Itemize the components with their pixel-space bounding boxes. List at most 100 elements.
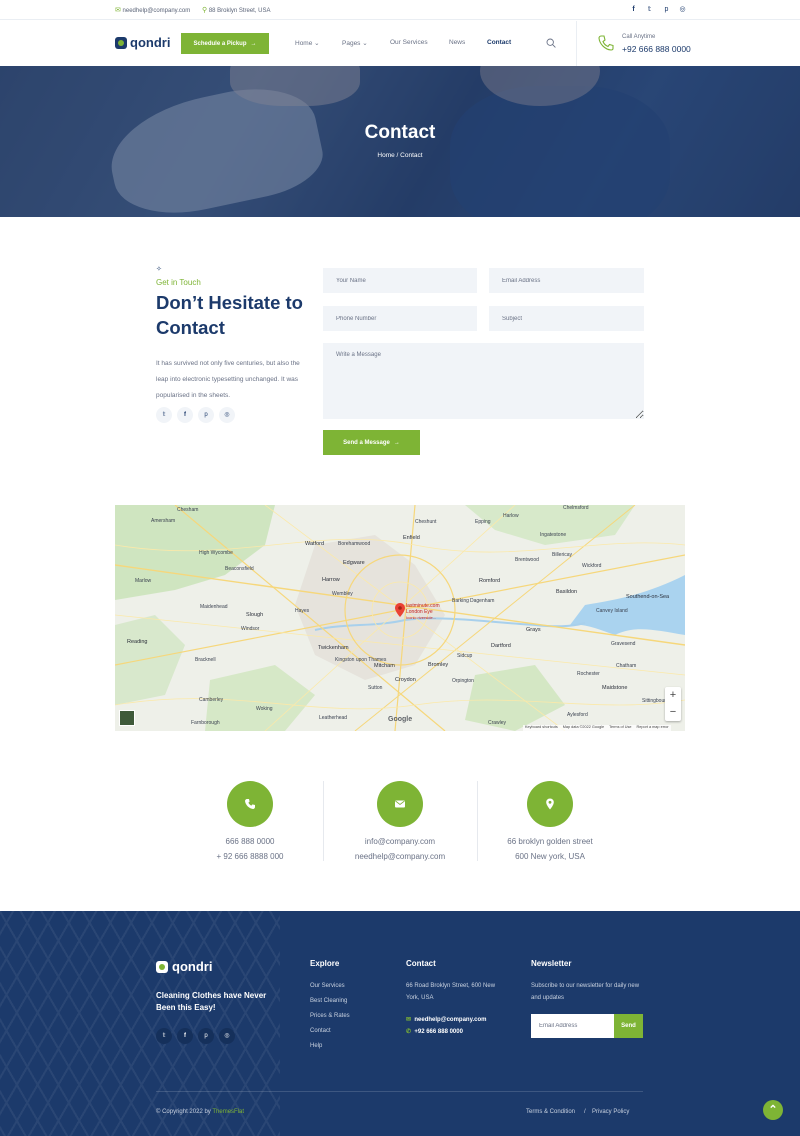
footer-phone[interactable]: ✆ +92 666 888 0000: [406, 1028, 463, 1035]
instagram-icon[interactable]: ◎: [678, 5, 687, 14]
facebook-icon[interactable]: f: [177, 407, 193, 423]
footer-newsletter-text: Subscribe to our newsletter for daily ne…: [531, 983, 640, 1001]
map-layer-toggle[interactable]: [119, 710, 135, 726]
chevron-up-icon: ⌃: [768, 1104, 778, 1116]
page-hero: Contact Home / Contact: [0, 66, 800, 217]
footer-link-prices[interactable]: Prices & Rates: [310, 1013, 350, 1019]
facebook-icon[interactable]: f: [629, 5, 638, 14]
map-place-label: Romford: [479, 578, 501, 584]
send-message-button[interactable]: Send a Message →: [323, 430, 420, 455]
chevron-down-icon: ⌄: [362, 40, 368, 47]
google-logo: Google: [388, 716, 413, 723]
email-field[interactable]: [489, 268, 644, 293]
breadcrumb[interactable]: Home / Contact: [0, 152, 800, 159]
subject-field[interactable]: [489, 306, 644, 331]
footer-email[interactable]: ✉ needhelp@company.com: [406, 1016, 486, 1023]
map-place-label: Windsor: [241, 626, 260, 632]
map-pin-label-line: Iconic riverside...: [406, 615, 437, 620]
copyright-brand-link[interactable]: ThemesFlat: [212, 1109, 244, 1115]
logo-text[interactable]: qondri: [130, 35, 170, 50]
location-circle: [527, 781, 573, 827]
map-pin-icon[interactable]: [395, 603, 405, 617]
map-place-label: Croydon: [395, 677, 416, 683]
topbar-address-text: 88 Broklyn Street, USA: [208, 8, 271, 14]
terms-link[interactable]: Terms & Condition: [526, 1109, 575, 1115]
topbar-email[interactable]: ✉ needhelp@company.com: [115, 6, 190, 14]
phone-field[interactable]: [323, 306, 477, 331]
map-place-label: Cheshunt: [415, 519, 437, 525]
twitter-icon[interactable]: 𝕥: [645, 5, 654, 14]
map-place-label: Sidcup: [457, 653, 473, 659]
instagram-icon[interactable]: ◎: [219, 1028, 235, 1044]
report-map-error-link[interactable]: Report a map error: [637, 725, 669, 731]
map-place-label: Camberley: [199, 697, 224, 703]
footer-link-contact[interactable]: Contact: [310, 1028, 331, 1034]
footer-logo-text[interactable]: qondri: [172, 959, 212, 974]
nav-news[interactable]: News: [449, 39, 465, 46]
footer-tagline: Cleaning Clothes have Never Been this Ea…: [156, 991, 267, 1012]
map-place-label: Barking: [452, 598, 469, 604]
footer-email-text: needhelp@company.com: [414, 1017, 487, 1023]
map-place-label: Aylesford: [567, 712, 588, 718]
newsletter-email-input[interactable]: [531, 1014, 614, 1038]
embedded-map[interactable]: Chesham Amersham Watford Borehamwood Enf…: [115, 505, 685, 731]
call-number[interactable]: +92 666 888 0000: [622, 44, 691, 54]
section-heading: Don’t Hesitate to Contact: [156, 292, 303, 338]
map-place-label: Farnborough: [191, 720, 220, 726]
map-data-text: Map data ©2022 Google: [562, 725, 605, 729]
nav-pages[interactable]: Pages ⌄: [342, 39, 368, 47]
nav-contact[interactable]: Contact: [487, 39, 511, 46]
map-place-label: Chesham: [177, 507, 199, 513]
newsletter-send-button[interactable]: Send: [614, 1014, 643, 1038]
map-zoom-controls: + −: [665, 687, 681, 721]
map-place-label: Reading: [127, 639, 148, 645]
map-pin-label[interactable]: lastminute.com London Eye Iconic riversi…: [406, 603, 440, 621]
map-place-label: Orpington: [452, 678, 474, 684]
footer-logo-icon[interactable]: [156, 961, 168, 973]
search-icon[interactable]: [546, 38, 556, 48]
map-place-label: Canvey Island: [596, 608, 628, 614]
map-place-label: Brentwood: [515, 557, 539, 563]
map-place-label: Edgware: [343, 560, 365, 566]
map-place-label: Dagenham: [470, 598, 495, 604]
main-header: qondri Schedule a Pickup → Home ⌄ Pages …: [0, 21, 800, 66]
twitter-icon[interactable]: 𝕥: [156, 407, 172, 423]
pinterest-icon[interactable]: p: [198, 407, 214, 423]
map-place-label: Billericay: [552, 552, 573, 558]
map-place-label: Sutton: [368, 685, 383, 691]
instagram-icon[interactable]: ◎: [219, 407, 235, 423]
scroll-to-top-button[interactable]: ⌃: [763, 1100, 783, 1120]
arrow-right-icon: →: [250, 40, 257, 47]
map-place-label: Woking: [256, 706, 273, 712]
pinterest-icon[interactable]: p: [662, 5, 671, 14]
nav-our-services[interactable]: Our Services: [390, 39, 428, 46]
phone-icon: [598, 35, 614, 51]
topbar-address: ⚲ 88 Broklyn Street, USA: [202, 6, 271, 14]
info-divider: [477, 781, 478, 861]
footer-contact-heading: Contact: [406, 959, 436, 968]
zoom-in-button[interactable]: +: [665, 687, 681, 704]
schedule-pickup-button[interactable]: Schedule a Pickup →: [181, 33, 269, 54]
pinterest-icon[interactable]: p: [198, 1028, 214, 1044]
logo-icon[interactable]: [115, 37, 127, 49]
footer-link-best-cleaning[interactable]: Best Cleaning: [310, 998, 347, 1004]
privacy-link[interactable]: Privacy Policy: [592, 1109, 629, 1115]
footer-link-help[interactable]: Help: [310, 1043, 322, 1049]
keyboard-shortcuts-link[interactable]: Keyboard shortcuts: [525, 725, 558, 731]
twitter-icon[interactable]: 𝕥: [156, 1028, 172, 1044]
map-place-label: Twickenham: [318, 645, 349, 651]
nav-home[interactable]: Home ⌄: [295, 39, 320, 47]
info-address-line-2: 600 New york, USA: [515, 852, 585, 861]
facebook-icon[interactable]: f: [177, 1028, 193, 1044]
map-place-label: Chelmsford: [563, 505, 589, 511]
map-place-label: Marlow: [135, 578, 152, 584]
zoom-out-button[interactable]: −: [665, 704, 681, 721]
footer-link-our-services[interactable]: Our Services: [310, 983, 345, 989]
terms-of-use-link[interactable]: Terms of Use: [609, 725, 631, 731]
map-place-label: Basildon: [556, 589, 578, 595]
name-field[interactable]: [323, 268, 477, 293]
map-place-label: High Wycombe: [199, 550, 233, 556]
map-place-label: Leatherhead: [319, 715, 348, 721]
message-field[interactable]: [323, 343, 644, 419]
map-place-label: Bracknell: [195, 657, 216, 663]
